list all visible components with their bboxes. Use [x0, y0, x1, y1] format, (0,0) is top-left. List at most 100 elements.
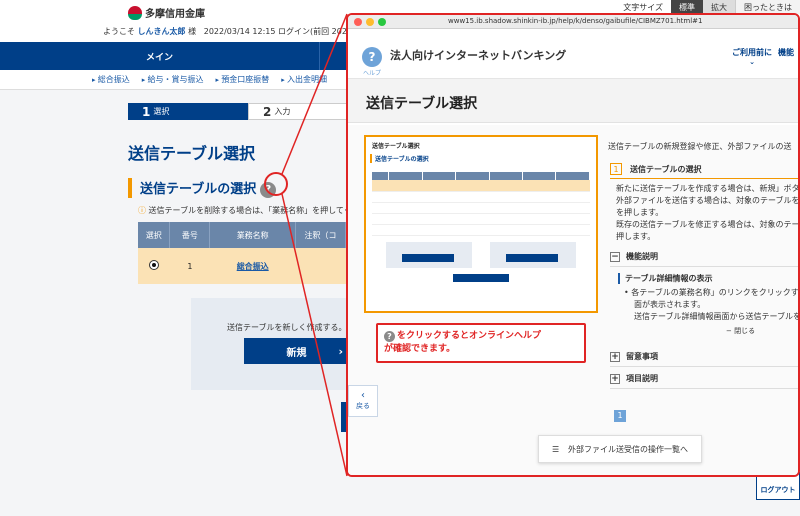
section-underline [610, 178, 798, 179]
section-title: 送信テーブルの選択? [128, 178, 277, 198]
font-standard-button[interactable]: 標準 [671, 0, 703, 14]
info-icon: ⓘ [138, 206, 146, 215]
intro-text: 送信テーブルの新規登録や修正、外部ファイルの送 [608, 142, 792, 151]
sec1-line-4: 既存の送信テーブルを修正する場合は、対象のテーブル [616, 220, 800, 229]
nav-before-use-label: ご利用前に [732, 48, 772, 57]
font-size-bar: 文字サイズ 標準 拡大 困ったときは [615, 0, 800, 14]
row-name-link[interactable]: 総合振込 [237, 262, 269, 271]
close-link[interactable]: − 閉じる [726, 326, 755, 336]
delete-note: ⓘ 送信テーブルを削除する場合は、「業務名称」を押してくださ [138, 205, 368, 216]
sec1-line-1: 新たに送信テーブルを作成する場合は、新規」ボタンを [616, 184, 800, 193]
table-row: 1 総合振込 [138, 248, 346, 284]
step-1: 1 選択 [128, 103, 248, 120]
help-logo-caption: ヘルプ [363, 70, 382, 77]
back-label: 戻る [356, 402, 370, 410]
send-table: 選択 番号 業務名称 注釈（コ 1 総合振込 [138, 222, 346, 284]
thumb-title: 送信テーブル選択 [372, 143, 420, 150]
help-page-title: 送信テーブル選択 [366, 96, 478, 112]
operations-list-label: 外部ファイル送受信の操作一覧へ [568, 444, 688, 454]
nav-features[interactable]: 機能 [778, 47, 794, 58]
thumb-box-edit [490, 241, 576, 268]
chevron-left-icon: ‹ [361, 390, 365, 401]
plus-icon: + [610, 351, 620, 362]
back-button[interactable]: ‹ 戻る [348, 385, 378, 417]
col-name: 業務名称 [209, 222, 297, 248]
row-name-cell: 総合振込 [209, 248, 296, 284]
help-title-bar: 送信テーブル選択 [348, 79, 798, 123]
subnav-kyuyo-furikomi[interactable]: 給与・賞与振込 [142, 74, 204, 85]
question-icon: ? [384, 331, 395, 342]
subnav-koza-furikae[interactable]: 預金口座振替 [216, 74, 269, 85]
help-body: 送信テーブル選択 送信テーブルの選択 ? をクリックするとオンラインヘルプ が確認… [348, 125, 798, 475]
new-table-box: 送信テーブルを新しく作成する。 新規 [191, 298, 351, 390]
detail-heading: テーブル詳細情報の表示 [618, 273, 713, 284]
col-select: 選択 [138, 222, 171, 248]
bank-logo: 多摩信用金庫 [128, 5, 205, 20]
delete-note-text: 送信テーブルを削除する場合は、「業務名称」を押してくださ [148, 206, 368, 215]
welcome-message: ようこそ しんきん太郎 様 2022/03/14 12:15 ログイン(前回 2… [103, 26, 373, 37]
welcome-suffix: 様 [188, 27, 197, 36]
thumb-box-new [386, 241, 472, 268]
close-window-icon[interactable] [354, 18, 362, 26]
section-number-badge: 1 [610, 163, 622, 175]
operations-list-button[interactable]: ☰ 外部ファイル送受信の操作一覧へ [538, 435, 702, 463]
step-1-label: 選択 [153, 107, 170, 116]
accordion-items[interactable]: + 項目説明 [610, 369, 798, 389]
row-select-cell [138, 248, 170, 284]
new-button[interactable]: 新規 [244, 338, 349, 364]
thumb-upload-button [453, 273, 509, 282]
callout-line1: をクリックするとオンラインヘルプ [397, 331, 542, 341]
help-link[interactable]: 困ったときは [735, 0, 800, 14]
col-note: 注釈（コ [295, 222, 346, 248]
subnav-sogo-furikomi[interactable]: 総合振込 [92, 74, 130, 85]
close-label: 閉じる [734, 327, 756, 335]
new-table-text: 送信テーブルを新しく作成する。 [227, 323, 347, 332]
font-size-label: 文字サイズ [623, 3, 663, 12]
window-titlebar: www15.ib.shadow.shinkin-ib.jp/help/k/den… [348, 15, 798, 29]
help-brand: 法人向けインターネットバンキング [390, 49, 567, 62]
welcome-prefix: ようこそ [103, 27, 135, 36]
step-indicator: 1 選択 2 入力 [128, 103, 368, 120]
step-2-label: 入力 [274, 107, 291, 116]
minus-small-icon: − [726, 327, 732, 335]
page-number[interactable]: 1 [614, 410, 626, 422]
minus-icon: − [610, 251, 620, 262]
row-radio[interactable] [148, 260, 159, 270]
accordion-notes-label: 留意事項 [626, 352, 658, 361]
help-question-icon[interactable]: ? [260, 181, 277, 198]
thumb-note [372, 165, 590, 170]
user-name: しんきん太郎 [137, 27, 186, 36]
help-header: ? ヘルプ 法人向けインターネットバンキング ご利用前に ⌄ 機能 [348, 29, 798, 79]
thumb-table [372, 172, 590, 236]
bank-name: 多摩信用金庫 [145, 9, 205, 20]
minimize-window-icon[interactable] [366, 18, 374, 26]
subnav-meisai[interactable]: 入出金明細 [281, 74, 327, 85]
callout-note: ? をクリックするとオンラインヘルプ が確認できます。 [376, 323, 586, 363]
accordion-items-label: 項目説明 [626, 374, 658, 383]
sec1-line-5: 押します。 [616, 232, 656, 241]
accordion-notes[interactable]: + 留意事項 [610, 347, 798, 367]
detail-line-2: 面が表示されます。 [634, 300, 706, 309]
nav-main[interactable]: メイン [0, 42, 320, 70]
help-window: www15.ib.shadow.shinkin-ib.jp/help/k/den… [346, 13, 800, 477]
step-2-num: 2 [263, 104, 272, 119]
font-large-button[interactable]: 拡大 [703, 0, 735, 14]
section-title-text: 送信テーブルの選択 [140, 182, 257, 197]
help-logo-icon: ? [362, 47, 382, 67]
row-note [295, 248, 346, 284]
col-number: 番号 [169, 222, 211, 248]
nav-before-use[interactable]: ご利用前に ⌄ [732, 47, 772, 66]
maximize-window-icon[interactable] [378, 18, 386, 26]
callout-line2: が確認できます。 [384, 344, 456, 354]
plus-icon: + [610, 373, 620, 384]
screen-thumbnail: 送信テーブル選択 送信テーブルの選択 [364, 135, 598, 313]
chevron-down-icon: ⌄ [749, 58, 755, 66]
detail-line-3: 送信テーブル詳細情報画面から送信テーブルを削除 [634, 312, 800, 321]
thumb-boxes [386, 241, 576, 268]
step-1-num: 1 [142, 104, 151, 119]
thumb-section: 送信テーブルの選択 [370, 154, 592, 163]
url-bar[interactable]: www15.ib.shadow.shinkin-ib.jp/help/k/den… [448, 17, 703, 25]
sec1-line-2: 外部ファイルを送信する場合は、対象のテーブルを選択 [616, 196, 800, 205]
accordion-function[interactable]: − 機能説明 [610, 247, 798, 267]
accordion-function-label: 機能説明 [626, 252, 658, 261]
